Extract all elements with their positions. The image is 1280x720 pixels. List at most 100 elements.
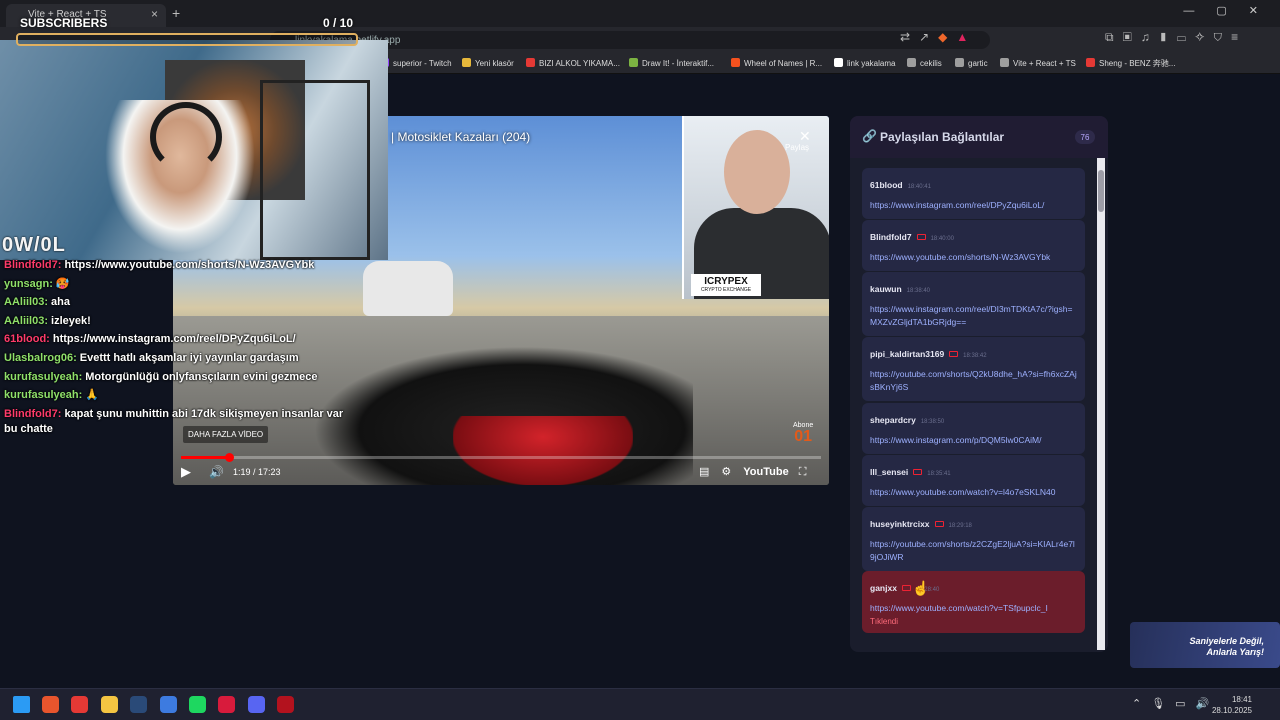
leo-icon[interactable]: ✧ bbox=[1195, 30, 1214, 44]
bookmark-item[interactable]: Sheng - BENZ 奔驰... bbox=[1086, 58, 1175, 69]
brave-icon[interactable] bbox=[42, 696, 59, 713]
link-card[interactable]: pipi_kaldirtan3169 18:38:42 https://youtub… bbox=[862, 337, 1085, 401]
bookmark-favicon-icon bbox=[955, 58, 964, 67]
windows-icon[interactable] bbox=[13, 696, 30, 713]
menu-icon[interactable]: ≡ bbox=[1231, 30, 1247, 44]
bookmark-label: Sheng - BENZ 奔驰... bbox=[1099, 59, 1176, 68]
brave-shield-icon[interactable]: ◆ bbox=[938, 30, 956, 44]
discord-icon[interactable] bbox=[248, 696, 265, 713]
progress-fill bbox=[181, 456, 229, 459]
youtube-icon bbox=[916, 234, 926, 240]
link-time: 18:29:18 bbox=[948, 523, 972, 529]
youtube-logo[interactable]: YouTube bbox=[743, 466, 788, 478]
link-url[interactable]: https://www.youtube.com/watch?v=TSfpupcl… bbox=[870, 602, 1077, 615]
panel-scrollbar[interactable] bbox=[1097, 158, 1105, 650]
bookmark-label: superior - Twitch bbox=[393, 59, 452, 68]
link-url[interactable]: https://youtube.com/shorts/Q2kU8dhe_hA?s… bbox=[870, 368, 1077, 394]
bookmark-label: Draw It! - İnteraktif... bbox=[642, 59, 715, 68]
bookmark-favicon-icon bbox=[1086, 58, 1095, 67]
link-url[interactable]: https://www.instagram.com/p/DQM5lw0CAiM/ bbox=[870, 434, 1077, 447]
link-card[interactable]: ganjxx 18:28:40 https://www.youtube.com/wa… bbox=[862, 571, 1085, 633]
link-url[interactable]: https://www.instagram.com/reel/DPyZqu6iL… bbox=[870, 199, 1077, 212]
subscribers-goal-bar bbox=[16, 33, 358, 46]
taskbar-clock[interactable]: 18:41 28.10.2025 bbox=[1210, 694, 1252, 716]
bookmark-item[interactable]: BIZI ALKOL YIKAMA... bbox=[526, 58, 620, 68]
extensions-icon[interactable]: ⧉ bbox=[1105, 30, 1123, 44]
share-button[interactable]: Paylaş bbox=[785, 143, 809, 152]
files-icon[interactable] bbox=[101, 696, 118, 713]
link-username: pipi_kaldirtan3169 bbox=[870, 349, 945, 359]
bookmark-item[interactable]: gartic bbox=[955, 58, 988, 68]
settings-icon[interactable]: ⚙ bbox=[721, 466, 743, 478]
volume-icon[interactable]: 🔊 bbox=[209, 465, 224, 479]
bookmark-favicon-icon bbox=[526, 58, 535, 67]
speaker-head bbox=[724, 130, 790, 214]
maps-icon[interactable] bbox=[71, 696, 88, 713]
bookmark-item[interactable]: Yeni klasör bbox=[462, 58, 514, 68]
scrollbar-thumb[interactable] bbox=[1098, 170, 1104, 212]
close-tab-icon[interactable]: × bbox=[151, 7, 158, 21]
chat-text: 🙏 bbox=[85, 389, 99, 402]
toolbar-icons[interactable]: ⇄↗◆▲ bbox=[900, 30, 977, 44]
scrubber-handle[interactable] bbox=[225, 453, 234, 462]
captions-icon[interactable]: ▤ bbox=[699, 466, 721, 478]
link-card[interactable]: 61blood 18:40:41 https://www.instagram.com… bbox=[862, 168, 1085, 219]
bookmark-item[interactable]: Wheel of Names | R... bbox=[731, 58, 822, 68]
link-username: kauwun bbox=[870, 284, 902, 294]
wallet-icon[interactable]: ▭ bbox=[1177, 30, 1195, 44]
chat-text: Motorgünlüğü onlyfansçıların evini gezme… bbox=[85, 370, 318, 383]
sidebar-icon[interactable]: ▮ bbox=[1159, 30, 1177, 44]
video-title[interactable]: | Motosiklet Kazaları (204) bbox=[391, 130, 530, 144]
link-username: huseyinktrcixx bbox=[870, 519, 930, 529]
vpn-icon[interactable]: ⛉ bbox=[1214, 30, 1232, 44]
browser-title-bar bbox=[0, 0, 1280, 27]
progress-bar[interactable] bbox=[181, 456, 821, 459]
youtube-icon bbox=[934, 521, 944, 527]
brave-rewards-icon[interactable]: ▲ bbox=[956, 30, 977, 44]
promo-line1: Saniyelerle Değil, bbox=[1189, 636, 1264, 646]
app-blue-icon[interactable] bbox=[160, 696, 177, 713]
link-url[interactable]: https://www.instagram.com/reel/DI3mTDKtA… bbox=[870, 303, 1077, 329]
chat-message: yunsagn: 🥵 bbox=[4, 277, 354, 292]
chat-message: Blindfold7: kapat şunu muhittin abi 17dk … bbox=[4, 407, 354, 438]
share-icon[interactable]: ↗ bbox=[919, 30, 938, 44]
link-url[interactable]: https://youtube.com/shorts/z2CZgE2ljuA?s… bbox=[870, 538, 1077, 564]
new-tab-button[interactable]: + bbox=[172, 5, 180, 21]
promo-banner[interactable]: Saniyelerle Değil, Anlarla Yarış! bbox=[1130, 622, 1280, 668]
bookmark-item[interactable]: link yakalama bbox=[834, 58, 895, 68]
fullscreen-icon[interactable]: ⛶ bbox=[799, 466, 819, 478]
translate-icon[interactable]: ⇄ bbox=[900, 30, 919, 44]
link-card[interactable]: lll_sensei 18:35:41 https://www.youtube.co… bbox=[862, 455, 1085, 506]
bookmark-favicon-icon bbox=[462, 58, 471, 67]
webcam-overlay bbox=[0, 40, 388, 260]
mouse-cursor-icon: ☝ bbox=[912, 580, 930, 596]
video-right-controls[interactable]: ▤⚙YouTube ⛶ bbox=[699, 465, 818, 479]
bookmark-item[interactable]: superior - Twitch bbox=[380, 58, 452, 68]
link-card[interactable]: Blindfold7 18:40:00 https://www.youtube.co… bbox=[862, 220, 1085, 271]
extension-icons[interactable]: ⧉▣♫▮▭✧⛉≡ bbox=[1105, 30, 1247, 45]
subscribe-watermark[interactable]: Abone 01 bbox=[793, 422, 813, 445]
link-card[interactable]: huseyinktrcixx 18:29:18 https://youtube.co… bbox=[862, 507, 1085, 571]
bookmark-item[interactable]: Draw It! - İnteraktif... bbox=[629, 58, 714, 68]
link-url[interactable]: https://www.youtube.com/watch?v=l4o7eSKL… bbox=[870, 486, 1077, 499]
youtube-icon bbox=[913, 469, 923, 475]
bookmark-label: Wheel of Names | R... bbox=[744, 59, 823, 68]
bookmark-item[interactable]: cekilis bbox=[907, 58, 942, 68]
link-url[interactable]: https://www.youtube.com/shorts/N-Wz3AVGY… bbox=[870, 251, 1077, 264]
link-card[interactable]: shepardcry 18:38:50 https://www.instagram.… bbox=[862, 403, 1085, 454]
window-controls[interactable]: —▢✕ bbox=[1183, 4, 1280, 17]
screenshot-icon[interactable]: ▣ bbox=[1123, 30, 1141, 44]
system-tray[interactable]: ⌃🎙▭🔊 bbox=[1132, 697, 1219, 710]
music-icon[interactable]: ♫ bbox=[1141, 30, 1159, 44]
link-card[interactable]: kauwun 18:38:40 https://www.instagram.com/… bbox=[862, 272, 1085, 336]
chat-message: Blindfold7: https://www.youtube.com/short… bbox=[4, 258, 354, 273]
netflix-icon[interactable] bbox=[277, 696, 294, 713]
video-car bbox=[363, 261, 453, 316]
bookmark-item[interactable]: Vite + React + TS bbox=[1000, 58, 1076, 68]
app-red-icon[interactable] bbox=[218, 696, 235, 713]
channel-logo: 01 bbox=[794, 428, 813, 445]
spotify-icon[interactable] bbox=[189, 696, 206, 713]
steam-icon[interactable] bbox=[130, 696, 147, 713]
play-icon[interactable]: ▶ bbox=[181, 464, 191, 480]
panel-title: Paylaşılan Bağlantılar bbox=[880, 130, 1005, 144]
